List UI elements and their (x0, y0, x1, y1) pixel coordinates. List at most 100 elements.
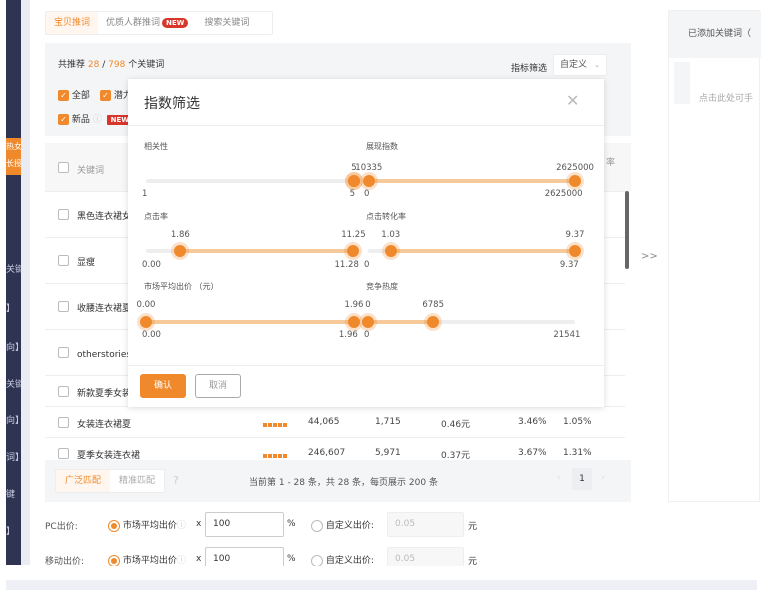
sidebar-item[interactable]: 向】 (6, 413, 21, 426)
select-value: 自定义 (560, 60, 588, 70)
slider-label: 点击转化率 (366, 212, 406, 221)
manual-add-area[interactable] (674, 62, 690, 104)
sidebar-active-item[interactable]: 热女 长授 (6, 138, 21, 175)
table-row[interactable]: 女装连衣裙夏 44,065 1,715 0.46元 3.46% 1.05% (45, 406, 625, 437)
pc-custom-radio[interactable]: 自定义出价: (311, 518, 374, 532)
slider-high-handle[interactable] (569, 245, 581, 257)
row-keyword: 收腰连衣裙夏 (77, 304, 132, 314)
pc-bid-row: PC出价: 市场平均出价ⓘ x 100 % 自定义出价: 0.05 元 (45, 512, 505, 537)
row-checkbox[interactable] (58, 347, 69, 358)
help-icon[interactable]: ⓘ (177, 521, 186, 531)
row-checkbox[interactable] (58, 448, 69, 459)
tab-crowd-recommend[interactable]: 优质人群推词 NEW (98, 12, 196, 34)
added-keywords-title: 已添加关键词（ (669, 11, 761, 58)
row-impressions: 246,607 (308, 448, 346, 458)
radio-label: 市场平均出价 (122, 521, 177, 531)
slider-track[interactable] (146, 179, 354, 183)
sidebar-item[interactable]: 】 (6, 301, 21, 314)
slider-high-handle[interactable] (348, 316, 360, 328)
table-scrollbar[interactable] (625, 191, 629, 269)
sidebar-active-label: 热女 长授 (6, 142, 21, 168)
page-button[interactable]: 1 (572, 468, 592, 490)
slider-low-handle[interactable] (140, 316, 152, 328)
slider-label: 竞争热度 (366, 282, 398, 291)
pc-custom-bid-input[interactable]: 0.05 (387, 512, 464, 537)
metric-filter-select[interactable]: 自定义 ⌄ (553, 54, 607, 76)
prev-page-icon[interactable]: ‹ (557, 473, 561, 483)
divider (128, 365, 604, 366)
radio-label: 市场平均出价 (122, 556, 177, 566)
header-rate: 率 (606, 158, 616, 168)
tab-label: 宝贝推词 (54, 18, 91, 28)
confirm-button[interactable]: 确认 (140, 374, 186, 398)
slider-high-handle[interactable] (569, 175, 581, 187)
row-checkbox[interactable] (58, 209, 69, 220)
slider-range-fill (368, 179, 575, 183)
cancel-button[interactable]: 取消 (195, 374, 241, 398)
help-icon[interactable]: ⓘ (177, 556, 186, 566)
match-exact-button[interactable]: 精准匹配 (110, 470, 164, 492)
slider-high-value: 1.96 (344, 300, 364, 310)
pc-market-radio[interactable]: 市场平均出价ⓘ (108, 518, 186, 532)
radio-label: 自定义出价: (325, 521, 374, 531)
slider-low-handle[interactable] (362, 316, 374, 328)
count-total: 798 (108, 60, 126, 70)
index-filter-modal: 指数筛选 ✕ 相关性 5 1 5 展现指数 10335 2625000 0 26… (128, 79, 604, 407)
row-keyword: 黑色连衣裙女 (77, 212, 132, 222)
times-sign: x (196, 519, 202, 529)
add-arrow-button[interactable]: >> (641, 251, 658, 262)
sidebar-item[interactable]: 向】 (6, 340, 21, 353)
pc-percent-input[interactable]: 100 (205, 512, 284, 537)
slider-low-handle[interactable] (174, 245, 187, 257)
sidebar-item[interactable]: 键 (6, 487, 21, 500)
next-page-icon[interactable]: › (601, 473, 605, 483)
mobile-market-radio[interactable]: 市场平均出价ⓘ (108, 553, 186, 567)
row-cvr: 1.31% (563, 448, 592, 458)
tab-item-recommend[interactable]: 宝贝推词 (46, 12, 99, 34)
row-ctr: 3.67% (518, 448, 547, 458)
tab-label: 搜索关键词 (204, 18, 250, 28)
row-checkbox[interactable] (58, 386, 69, 397)
sidebar-item[interactable]: 关键 (6, 377, 21, 390)
sidebar-item[interactable]: 关键 (6, 262, 21, 275)
checkbox-checked-icon: ✓ (58, 90, 69, 101)
slider-low-handle[interactable] (384, 245, 397, 257)
count-value: 28 (87, 60, 100, 70)
radio-checked-icon (108, 519, 120, 532)
sidebar-item[interactable]: 词】 (6, 450, 21, 463)
row-impressions: 44,065 (308, 417, 340, 427)
slider-low-handle[interactable] (362, 175, 375, 187)
slider-max: 21541 (553, 330, 581, 340)
slider-max: 2625000 (544, 189, 583, 199)
mobile-custom-radio[interactable]: 自定义出价: (311, 553, 374, 567)
checkbox-new[interactable]: ✓ 新品 ⓘ NEW (58, 112, 134, 125)
close-icon[interactable]: ✕ (566, 91, 579, 110)
slider-high-handle[interactable] (347, 245, 360, 257)
tab-search-keyword[interactable]: 搜索关键词 (196, 12, 257, 34)
help-icon[interactable]: ? (173, 474, 179, 487)
checkbox-all[interactable]: ✓ 全部 (58, 88, 90, 101)
row-checkbox[interactable] (58, 417, 69, 428)
row-cvr: 1.05% (563, 417, 592, 427)
slider-range-fill (146, 320, 354, 324)
slider-high-handle[interactable] (348, 175, 360, 187)
slider-label: 市场平均出价 （元） (144, 282, 219, 291)
select-all-checkbox[interactable] (58, 162, 69, 173)
manual-add-hint[interactable]: 点击此处可手 (699, 91, 759, 104)
slider-max: 5 (349, 189, 356, 199)
row-keyword: 夏季女装连衣裙 (77, 451, 141, 460)
slider-range-fill (390, 249, 575, 253)
match-broad-button[interactable]: 广泛匹配 (56, 470, 111, 492)
sidebar-item[interactable]: 】 (6, 524, 21, 537)
times-sign: x (196, 554, 202, 564)
count-suffix: 个关键词 (128, 60, 165, 70)
slider-high-handle[interactable] (427, 316, 440, 328)
row-checkbox[interactable] (58, 301, 69, 312)
tab-label: 优质人群推词 (106, 18, 161, 28)
modal-title: 指数筛选 (144, 96, 200, 112)
table-row[interactable]: 夏季女装连衣裙 246,607 5,971 0.37元 3.67% 1.31% (45, 437, 625, 460)
row-checkbox[interactable] (58, 255, 69, 266)
slider-min: 0 (364, 330, 370, 340)
radio-unchecked-icon (311, 554, 323, 567)
help-icon[interactable]: ⓘ (93, 115, 102, 125)
